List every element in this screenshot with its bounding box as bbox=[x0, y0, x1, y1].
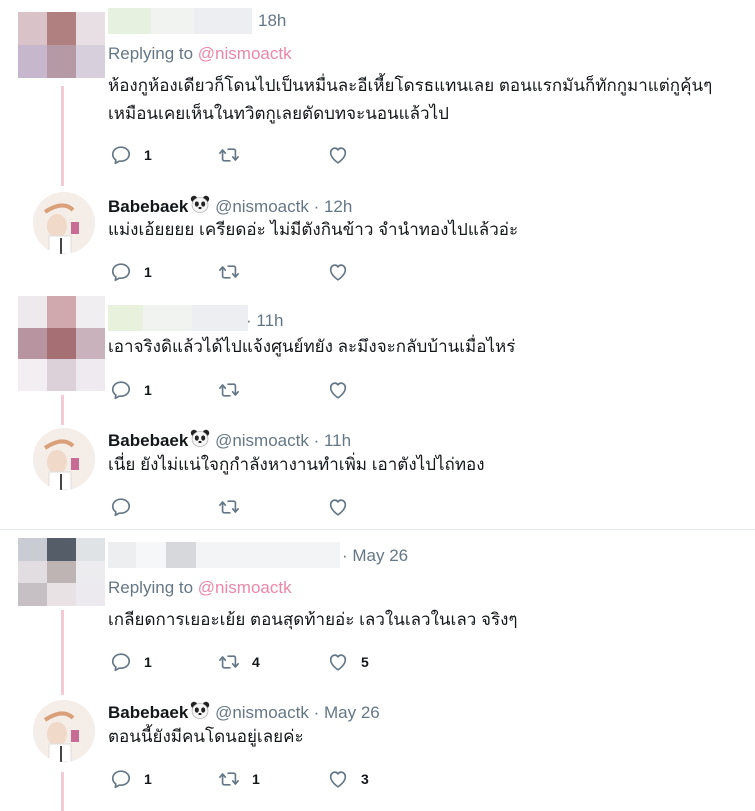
reply-icon bbox=[110, 379, 132, 401]
like-icon bbox=[327, 768, 349, 790]
user-handle[interactable]: @nismoactk bbox=[215, 431, 309, 450]
reply-button[interactable]: 1 bbox=[110, 650, 152, 674]
tweet-text-line: เหมือนเคยเห็นในทวิตกูเลยตัดบทจะนอนแล้วไป bbox=[108, 104, 449, 123]
tweet-time[interactable]: · 12h bbox=[314, 197, 353, 216]
reply-button[interactable]: 1 bbox=[110, 767, 152, 791]
reply-icon bbox=[110, 651, 132, 673]
reply-button[interactable]: 1 bbox=[110, 378, 152, 402]
like-button[interactable] bbox=[327, 378, 349, 402]
like-button[interactable] bbox=[327, 495, 349, 519]
reply-icon bbox=[110, 261, 132, 283]
replying-to: Replying to @nismoactk bbox=[108, 44, 292, 64]
like-button[interactable] bbox=[327, 143, 349, 167]
user-handle[interactable]: @nismoactk bbox=[215, 703, 309, 722]
retweet-button[interactable] bbox=[218, 378, 240, 402]
reply-button[interactable]: 1 bbox=[110, 143, 152, 167]
retweet-button[interactable] bbox=[218, 260, 240, 284]
tweet-time[interactable]: 18h bbox=[258, 11, 286, 31]
retweet-button[interactable]: 1 bbox=[218, 767, 260, 791]
avatar-pixelated[interactable] bbox=[18, 296, 105, 391]
panda-emoji-icon bbox=[190, 194, 210, 214]
reply-button[interactable]: 1 bbox=[110, 260, 152, 284]
like-count: 5 bbox=[361, 654, 369, 670]
conversation-divider bbox=[0, 529, 755, 530]
thread-line bbox=[61, 610, 64, 695]
display-name[interactable]: Babebaek bbox=[108, 197, 188, 216]
tweet-text-line: ห้องกูห้องเดียวก็โดนไปเป็นหมื่นละอีเหี้ย… bbox=[108, 76, 713, 95]
panda-emoji-icon bbox=[190, 700, 210, 720]
thread-line bbox=[61, 86, 64, 186]
retweet-button[interactable] bbox=[218, 495, 240, 519]
avatar[interactable] bbox=[33, 428, 95, 490]
retweet-icon bbox=[218, 651, 240, 673]
replying-to-handle[interactable]: @nismoactk bbox=[198, 44, 292, 63]
reply-icon bbox=[110, 144, 132, 166]
display-name-pixelated[interactable] bbox=[108, 8, 252, 34]
tweet-time[interactable]: · May 26 bbox=[342, 546, 408, 566]
panda-emoji-icon bbox=[190, 428, 210, 448]
retweet-button[interactable]: 4 bbox=[218, 650, 260, 674]
avatar[interactable] bbox=[33, 192, 95, 254]
retweet-icon bbox=[218, 379, 240, 401]
thread-line bbox=[61, 395, 64, 425]
like-icon bbox=[327, 379, 349, 401]
retweet-button[interactable] bbox=[218, 143, 240, 167]
author-line: Babebaek @nismoactk · 11h bbox=[108, 428, 351, 451]
user-handle[interactable]: @nismoactk bbox=[215, 197, 309, 216]
like-count: 3 bbox=[361, 771, 369, 787]
display-name-pixelated[interactable] bbox=[108, 305, 248, 331]
like-button[interactable]: 5 bbox=[327, 650, 369, 674]
tweet-text-line: เกลียดการเยอะเย้ย ตอนสุดท้ายอ่ะ เลวในเลว… bbox=[108, 610, 518, 629]
display-name-pixelated[interactable] bbox=[108, 542, 340, 568]
reply-icon bbox=[110, 496, 132, 518]
reply-count: 1 bbox=[144, 147, 152, 163]
tweet-text-line: แม่งเอ้ยยยย เครียดอ่ะ ไม่มีตังกินข้าว จำ… bbox=[108, 220, 519, 239]
reply-count: 1 bbox=[144, 264, 152, 280]
reply-count: 1 bbox=[144, 771, 152, 787]
like-button[interactable] bbox=[327, 260, 349, 284]
avatar-pixelated[interactable] bbox=[18, 12, 105, 78]
tweet-text-line: เนี่ย ยังไม่แน่ใจกูกำลังหางานทำเพิ่ม เอา… bbox=[108, 455, 485, 474]
like-icon bbox=[327, 144, 349, 166]
reply-count: 1 bbox=[144, 654, 152, 670]
tweet-time[interactable]: · May 26 bbox=[314, 703, 380, 722]
reply-icon bbox=[110, 768, 132, 790]
retweet-icon bbox=[218, 261, 240, 283]
retweet-count: 4 bbox=[252, 654, 260, 670]
reply-button[interactable] bbox=[110, 495, 132, 519]
replying-to-label: Replying to bbox=[108, 578, 194, 597]
like-icon bbox=[327, 496, 349, 518]
like-button[interactable]: 3 bbox=[327, 767, 369, 791]
avatar[interactable] bbox=[33, 700, 95, 762]
replying-to-handle[interactable]: @nismoactk bbox=[198, 578, 292, 597]
tweet-time[interactable]: · 11h bbox=[314, 431, 352, 450]
like-icon bbox=[327, 651, 349, 673]
like-icon bbox=[327, 261, 349, 283]
display-name[interactable]: Babebaek bbox=[108, 703, 188, 722]
replying-to: Replying to @nismoactk bbox=[108, 578, 292, 598]
avatar-pixelated[interactable] bbox=[18, 538, 105, 606]
author-line: Babebaek @nismoactk · May 26 bbox=[108, 700, 380, 723]
retweet-icon bbox=[218, 496, 240, 518]
retweet-count: 1 bbox=[252, 771, 260, 787]
retweet-icon bbox=[218, 144, 240, 166]
author-line: Babebaek @nismoactk · 12h bbox=[108, 194, 352, 217]
replying-to-label: Replying to bbox=[108, 44, 194, 63]
tweet-text-line: ตอนนี้ยังมีคนโดนอยู่เลยค่ะ bbox=[108, 727, 304, 746]
thread-line bbox=[61, 772, 64, 811]
retweet-icon bbox=[218, 768, 240, 790]
display-name[interactable]: Babebaek bbox=[108, 431, 188, 450]
tweet-time[interactable]: · 11h bbox=[246, 311, 284, 331]
reply-count: 1 bbox=[144, 382, 152, 398]
tweet-text-line: เอาจริงดิแล้วได้ไปแจ้งศูนย์ทยัง ละมึงจะก… bbox=[108, 337, 516, 356]
